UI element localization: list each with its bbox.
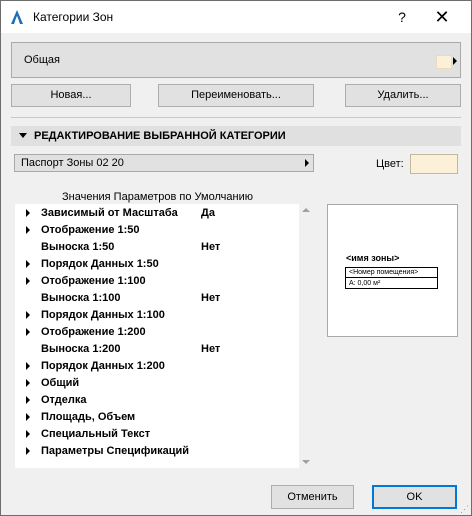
parameter-row[interactable]: Порядок Данных 1:100 [15,307,299,324]
color-picker[interactable] [410,154,458,174]
edit-section-header[interactable]: РЕДАКТИРОВАНИЕ ВЫБРАННОЙ КАТЕГОРИИ [11,126,461,146]
parameter-name: Отделка [41,394,87,406]
help-button[interactable]: ? [387,5,417,29]
defaults-label: Значения Параметров по Умолчанию [62,191,253,203]
zone-stamp-selector[interactable]: Паспорт Зоны 02 20 [14,154,314,172]
category-selector[interactable]: Общая [11,42,461,78]
parameter-row[interactable]: Площадь, Объем [15,409,299,426]
parameter-row[interactable]: Выноска 1:50 Нет [15,239,299,256]
title-bar: Категории Зон ? ✕ [1,1,471,33]
parameter-row[interactable]: Отделка [15,392,299,409]
zone-stamp-value: Паспорт Зоны 02 20 [21,157,124,169]
parameter-name: Порядок Данных 1:50 [41,258,159,270]
parameter-value: Нет [201,241,221,253]
parameters-list: Зависимый от Масштаба Да Отображение 1:50 В… [15,204,313,468]
parameter-value: Нет [201,343,221,355]
expand-triangle-icon[interactable] [26,209,30,217]
expand-triangle-icon[interactable] [26,260,30,268]
parameter-name: Общий [41,377,80,389]
scroll-down-icon[interactable] [302,460,310,464]
parameter-row[interactable]: Общий [15,375,299,392]
resize-grip-icon[interactable]: ⋰ [460,504,469,515]
expand-triangle-icon[interactable] [26,226,30,234]
parameter-name: Выноска 1:100 [41,292,121,304]
chevron-right-icon [305,159,309,167]
preview-stamp-box: <Номер помещения> A: 0,00 м² [345,267,438,289]
parameter-value: Да [201,207,215,219]
parameter-row[interactable]: Порядок Данных 1:50 [15,256,299,273]
parameter-name: Выноска 1:50 [41,241,115,253]
expand-triangle-icon[interactable] [26,413,30,421]
rename-category-button[interactable]: Переименовать... [158,84,314,107]
parameter-name: Параметры Спецификаций [41,445,190,457]
cancel-button[interactable]: Отменить [271,485,354,509]
parameter-name: Порядок Данных 1:100 [41,309,165,321]
expand-triangle-icon[interactable] [26,328,30,336]
parameter-row[interactable]: Отображение 1:200 [15,324,299,341]
parameter-name: Площадь, Объем [41,411,136,423]
zone-stamp-preview: <имя зоны> <Номер помещения> A: 0,00 м² [327,204,458,337]
expand-triangle-icon[interactable] [26,430,30,438]
new-category-button[interactable]: Новая... [11,84,131,107]
divider [11,117,461,118]
parameter-name: Выноска 1:200 [41,343,121,355]
parameter-name: Специальный Текст [41,428,151,440]
parameter-row[interactable]: Выноска 1:100 Нет [15,290,299,307]
parameter-row[interactable]: Специальный Текст [15,426,299,443]
parameter-name: Отображение 1:200 [41,326,146,338]
expand-triangle-icon[interactable] [26,447,30,455]
expand-triangle-icon[interactable] [26,362,30,370]
parameter-name: Отображение 1:100 [41,275,146,287]
scroll-up-icon[interactable] [302,208,310,212]
close-button[interactable]: ✕ [425,5,459,29]
dialog-window: Категории Зон ? ✕ Общая Новая... Переиме… [0,0,472,516]
parameter-row[interactable]: Параметры Спецификаций [15,443,299,460]
parameter-row[interactable]: Отображение 1:100 [15,273,299,290]
archicad-app-icon [11,10,23,24]
parameter-name: Зависимый от Масштаба [41,207,178,219]
parameter-name: Порядок Данных 1:200 [41,360,165,372]
parameter-value: Нет [201,292,221,304]
selected-category: Общая [24,54,60,66]
collapse-triangle-icon [19,133,27,138]
color-label: Цвет: [376,158,404,170]
preview-zone-name: <имя зоны> [346,253,400,263]
expand-triangle-icon[interactable] [26,396,30,404]
window-title: Категории Зон [33,10,114,24]
expand-triangle-icon[interactable] [26,277,30,285]
preview-area: A: 0,00 м² [349,280,381,287]
category-color-swatch [436,55,452,69]
vertical-scrollbar[interactable] [299,204,313,468]
preview-room-number: <Номер помещения> [346,268,437,278]
section-title: РЕДАКТИРОВАНИЕ ВЫБРАННОЙ КАТЕГОРИИ [34,130,286,142]
parameter-row[interactable]: Порядок Данных 1:200 [15,358,299,375]
parameter-row[interactable]: Отображение 1:50 [15,222,299,239]
parameter-name: Отображение 1:50 [41,224,140,236]
delete-category-button[interactable]: Удалить... [345,84,461,107]
parameter-row[interactable]: Зависимый от Масштаба Да [15,205,299,222]
chevron-right-icon [453,57,457,65]
parameter-row[interactable]: Выноска 1:200 Нет [15,341,299,358]
ok-button[interactable]: OK [372,485,457,509]
expand-triangle-icon[interactable] [26,311,30,319]
expand-triangle-icon[interactable] [26,379,30,387]
